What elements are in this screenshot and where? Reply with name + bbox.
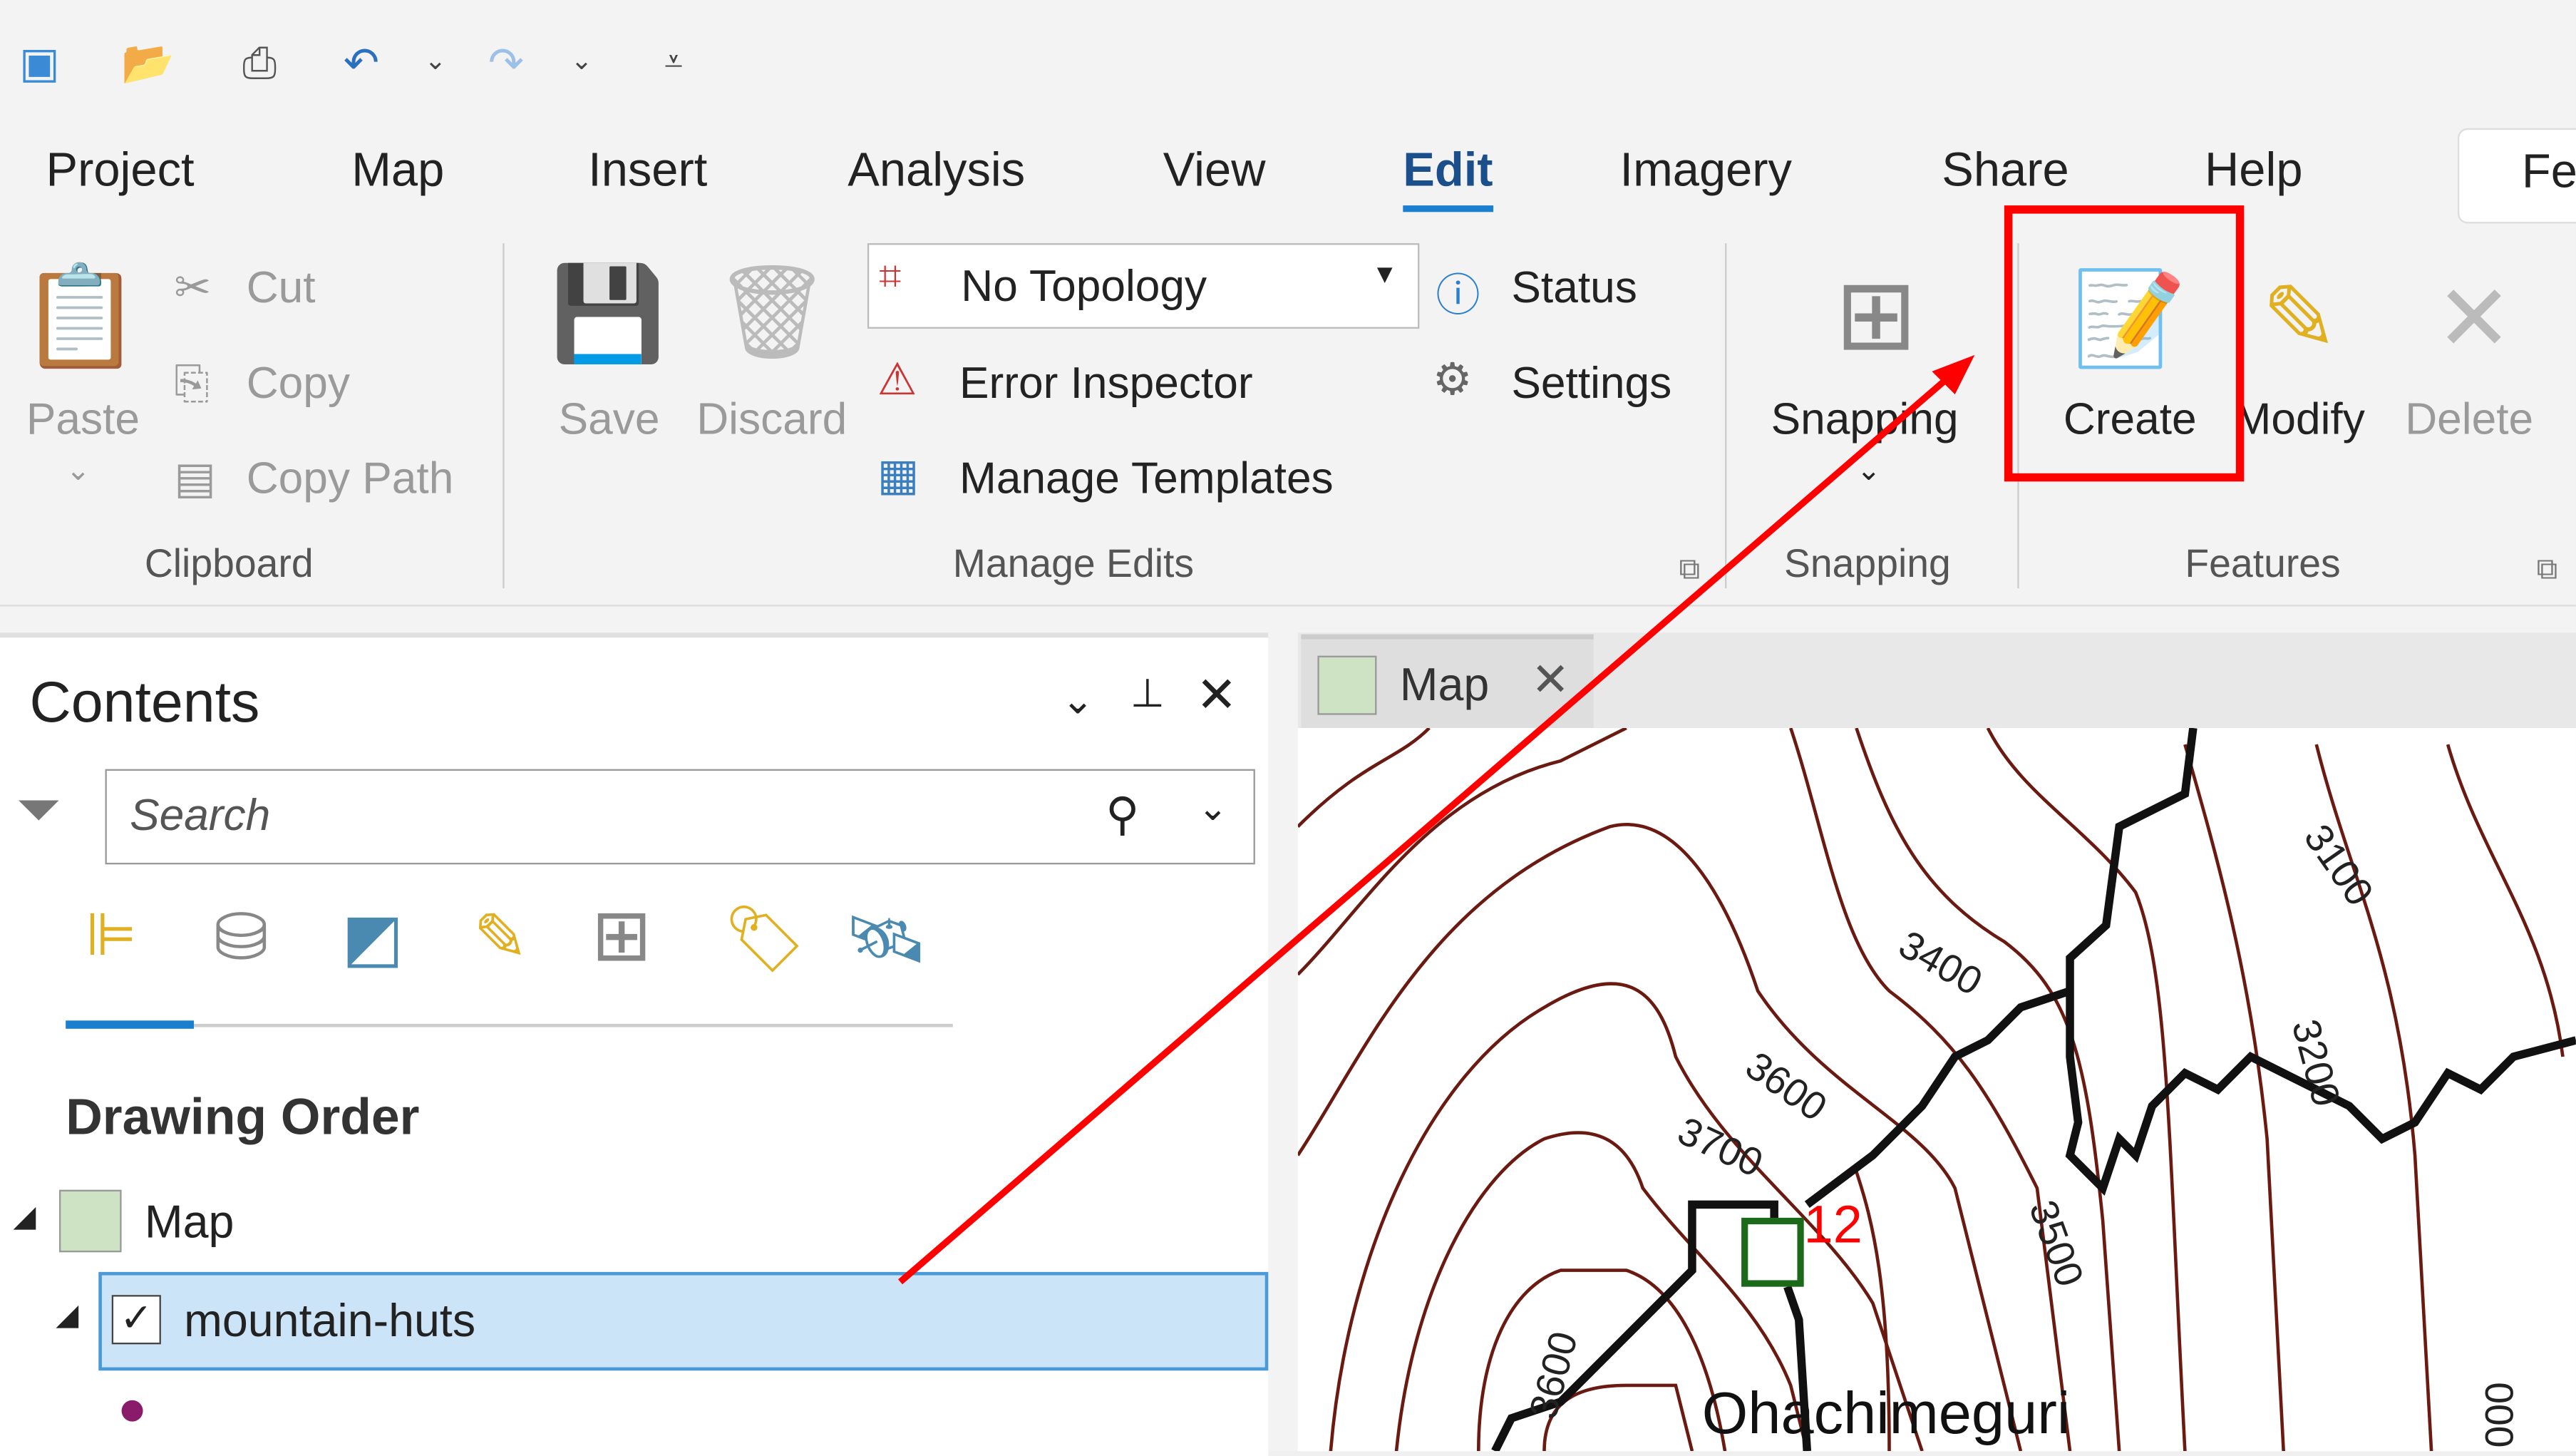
arcgis-window: ▣ 📂 ⎙ ↶ ⌄ ↷ ⌄ ⩡ Project Map Insert Analy… [0,0,2576,1456]
annotation-arrow [898,354,1975,1285]
arrow-line [898,372,1954,1285]
